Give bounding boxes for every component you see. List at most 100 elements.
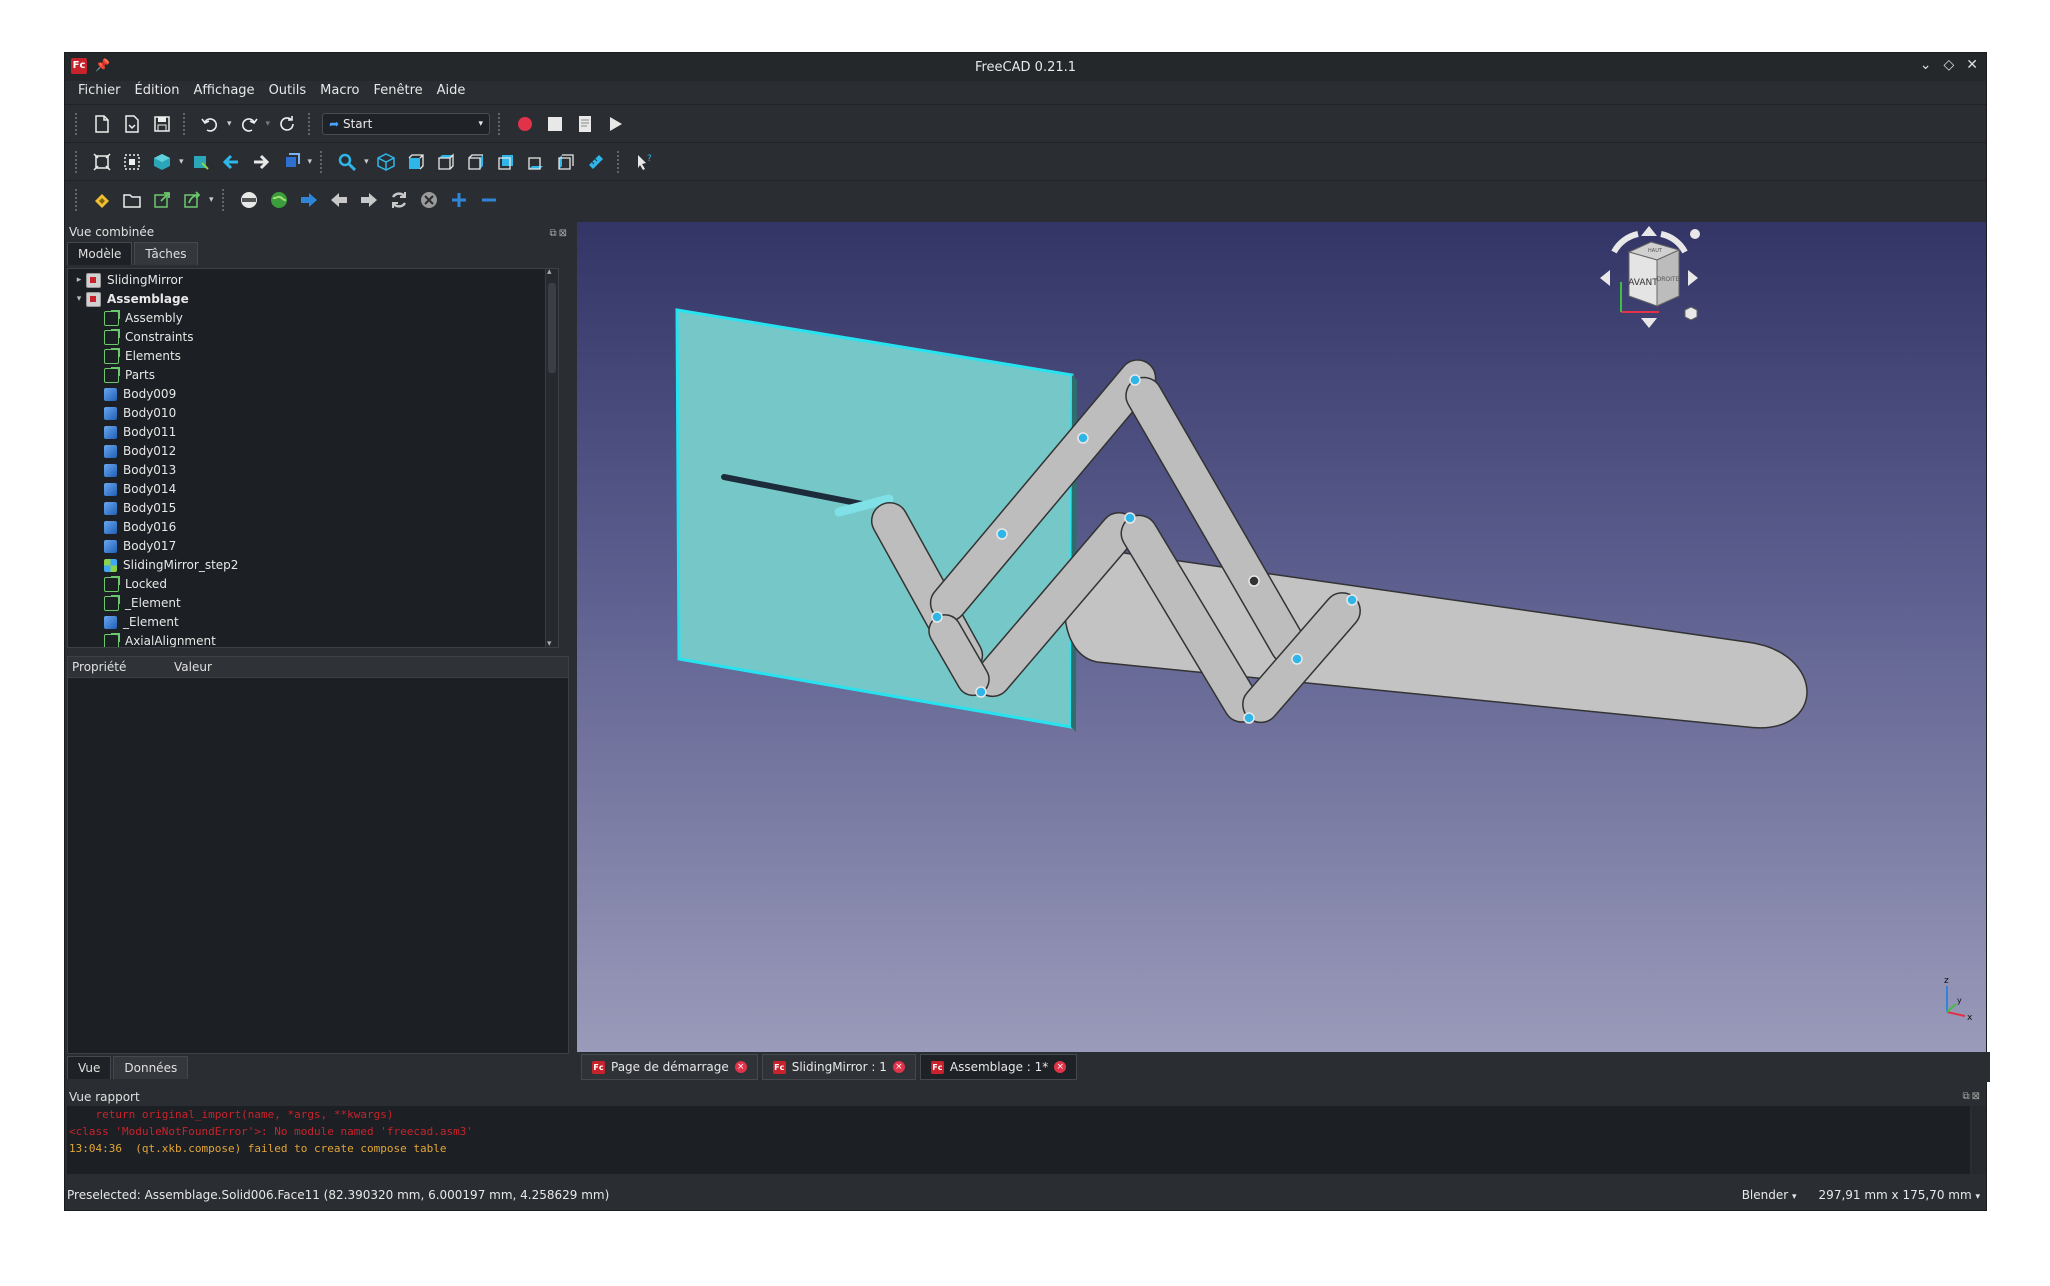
collapse-arrow-icon[interactable]: ▸ bbox=[72, 271, 86, 290]
back-arrow-icon[interactable] bbox=[218, 149, 244, 175]
tree-item[interactable]: Constraints bbox=[68, 328, 558, 347]
toolbar-grip[interactable] bbox=[75, 188, 81, 211]
menu-aide[interactable]: Aide bbox=[430, 81, 473, 103]
view-top-icon[interactable] bbox=[433, 149, 459, 175]
close-tab-icon[interactable]: × bbox=[734, 1061, 747, 1073]
menu-affichage[interactable]: Affichage bbox=[186, 81, 261, 103]
tab-vue[interactable]: Vue bbox=[67, 1056, 112, 1079]
measure-distance-icon[interactable] bbox=[583, 149, 609, 175]
scroll-up-icon[interactable]: ▴ bbox=[547, 269, 552, 277]
tree-item[interactable]: AxialAlignment bbox=[68, 632, 558, 647]
minimize-icon[interactable]: ⌄ bbox=[1920, 57, 1932, 73]
view-left-icon[interactable] bbox=[553, 149, 579, 175]
toolbar-grip[interactable] bbox=[221, 188, 228, 211]
tree-item[interactable]: Body017 bbox=[68, 537, 558, 556]
fit-all-icon[interactable] bbox=[89, 149, 115, 175]
tree-item[interactable]: Elements bbox=[68, 347, 558, 366]
tree-item[interactable]: _Element bbox=[68, 613, 558, 632]
view-rear-icon[interactable] bbox=[493, 149, 519, 175]
toolbar-grip[interactable] bbox=[183, 112, 189, 135]
step-forward-icon[interactable] bbox=[356, 187, 382, 213]
tab-taches[interactable]: Tâches bbox=[134, 242, 198, 265]
zoom-dropdown-icon[interactable]: ▾ bbox=[364, 157, 369, 167]
toolbar-grip[interactable] bbox=[498, 112, 504, 135]
tree-item[interactable]: Body015 bbox=[68, 499, 558, 518]
panel-float-close-icon[interactable]: ⧉⊠ bbox=[549, 224, 569, 244]
new-document-icon[interactable] bbox=[89, 111, 115, 137]
tree-item[interactable]: Body009 bbox=[68, 385, 558, 404]
toolbar-grip[interactable] bbox=[616, 150, 623, 173]
close-icon[interactable]: ✕ bbox=[1966, 57, 1978, 73]
close-tab-icon[interactable]: × bbox=[892, 1061, 905, 1073]
nav-right-label[interactable]: DROITE bbox=[1657, 276, 1680, 283]
view-front-icon[interactable] bbox=[403, 149, 429, 175]
scroll-down-icon[interactable]: ▾ bbox=[547, 639, 552, 647]
toolbar-grip[interactable] bbox=[320, 150, 326, 173]
tree-item[interactable]: SlidingMirror_step2 bbox=[68, 556, 558, 575]
new-folder-icon[interactable] bbox=[119, 187, 145, 213]
step-back-icon[interactable] bbox=[326, 187, 352, 213]
tab-modele[interactable]: Modèle bbox=[67, 242, 133, 265]
move-right-icon[interactable] bbox=[296, 187, 322, 213]
tree-scroll-thumb[interactable] bbox=[548, 283, 556, 373]
add-icon[interactable] bbox=[446, 187, 472, 213]
tab-donnees[interactable]: Données bbox=[113, 1056, 189, 1079]
lock-toggle-icon[interactable] bbox=[236, 187, 262, 213]
std-views-dropdown-icon[interactable]: ▾ bbox=[308, 157, 313, 167]
maximize-icon[interactable]: ◇ bbox=[1943, 57, 1954, 73]
view-isometric-icon[interactable] bbox=[373, 149, 399, 175]
property-view[interactable]: Propriété Valeur bbox=[67, 656, 569, 1054]
menu-outils[interactable]: Outils bbox=[262, 81, 314, 103]
macro-editor-icon[interactable] bbox=[572, 111, 598, 137]
toolbar-grip[interactable] bbox=[75, 112, 81, 135]
whats-this-icon[interactable]: ? bbox=[631, 149, 657, 175]
tree-item[interactable]: Body010 bbox=[68, 404, 558, 423]
menu-fenetre[interactable]: Fenêtre bbox=[366, 81, 429, 103]
create-link-dropdown-icon[interactable]: ▾ bbox=[209, 195, 214, 205]
nav-front-label[interactable]: AVANT bbox=[1628, 278, 1658, 288]
import-part-icon[interactable] bbox=[149, 187, 175, 213]
toolbar-grip[interactable] bbox=[75, 150, 81, 173]
menu-macro[interactable]: Macro bbox=[313, 81, 366, 103]
tree-item[interactable]: Assembly bbox=[68, 309, 558, 328]
tree-item[interactable]: Body012 bbox=[68, 442, 558, 461]
macro-record-icon[interactable] bbox=[512, 111, 538, 137]
redo-icon[interactable] bbox=[236, 111, 262, 137]
pin-icon[interactable]: 📌 bbox=[95, 58, 110, 74]
tree-item[interactable]: Parts bbox=[68, 366, 558, 385]
navigation-style-selector[interactable]: Blender ▾ bbox=[1742, 1180, 1797, 1212]
property-column-header[interactable]: Propriété bbox=[68, 657, 170, 677]
doc-tab-slidingmirror[interactable]: Fc SlidingMirror : 1 × bbox=[761, 1054, 916, 1080]
report-output[interactable]: return original_import(name, *args, **kw… bbox=[67, 1106, 1970, 1174]
dimension-readout[interactable]: 297,91 mm x 175,70 mm ▾ bbox=[1819, 1180, 1980, 1212]
panel-float-close-icon[interactable]: ⧉⊠ bbox=[1962, 1088, 1982, 1106]
menu-fichier[interactable]: Fichier bbox=[71, 81, 128, 103]
view-right-icon[interactable] bbox=[463, 149, 489, 175]
draw-style-icon[interactable] bbox=[149, 149, 175, 175]
save-icon[interactable] bbox=[149, 111, 175, 137]
macro-execute-icon[interactable] bbox=[602, 111, 628, 137]
solver-globe-icon[interactable] bbox=[266, 187, 292, 213]
value-column-header[interactable]: Valeur bbox=[170, 657, 212, 677]
cancel-icon[interactable] bbox=[416, 187, 442, 213]
assembly-scene[interactable]: AVANT DROITE HAUT z x y bbox=[577, 222, 1986, 1052]
tree-item[interactable]: Body014 bbox=[68, 480, 558, 499]
close-tab-icon[interactable]: × bbox=[1054, 1061, 1067, 1073]
tree-item[interactable]: ▾ Assemblage bbox=[68, 290, 558, 309]
macro-stop-icon[interactable] bbox=[542, 111, 568, 137]
undo-icon[interactable] bbox=[197, 111, 223, 137]
forward-arrow-icon[interactable] bbox=[248, 149, 274, 175]
report-scrollbar[interactable] bbox=[1972, 1106, 1986, 1174]
zoom-icon[interactable] bbox=[334, 149, 360, 175]
refresh-icon[interactable] bbox=[274, 111, 300, 137]
open-document-icon[interactable] bbox=[119, 111, 145, 137]
model-tree[interactable]: ▸ SlidingMirror ▾ Assemblage Assembly Constra… bbox=[67, 268, 559, 648]
navigation-cube[interactable]: AVANT DROITE HAUT bbox=[1600, 226, 1700, 328]
create-link-icon[interactable] bbox=[179, 187, 205, 213]
toolbar-grip[interactable] bbox=[308, 112, 314, 135]
bounding-box-icon[interactable] bbox=[188, 149, 214, 175]
draw-style-dropdown-icon[interactable]: ▾ bbox=[179, 157, 184, 167]
assembly-workbench-icon[interactable] bbox=[89, 187, 115, 213]
tree-item[interactable]: Body016 bbox=[68, 518, 558, 537]
tree-item[interactable]: Locked bbox=[68, 575, 558, 594]
